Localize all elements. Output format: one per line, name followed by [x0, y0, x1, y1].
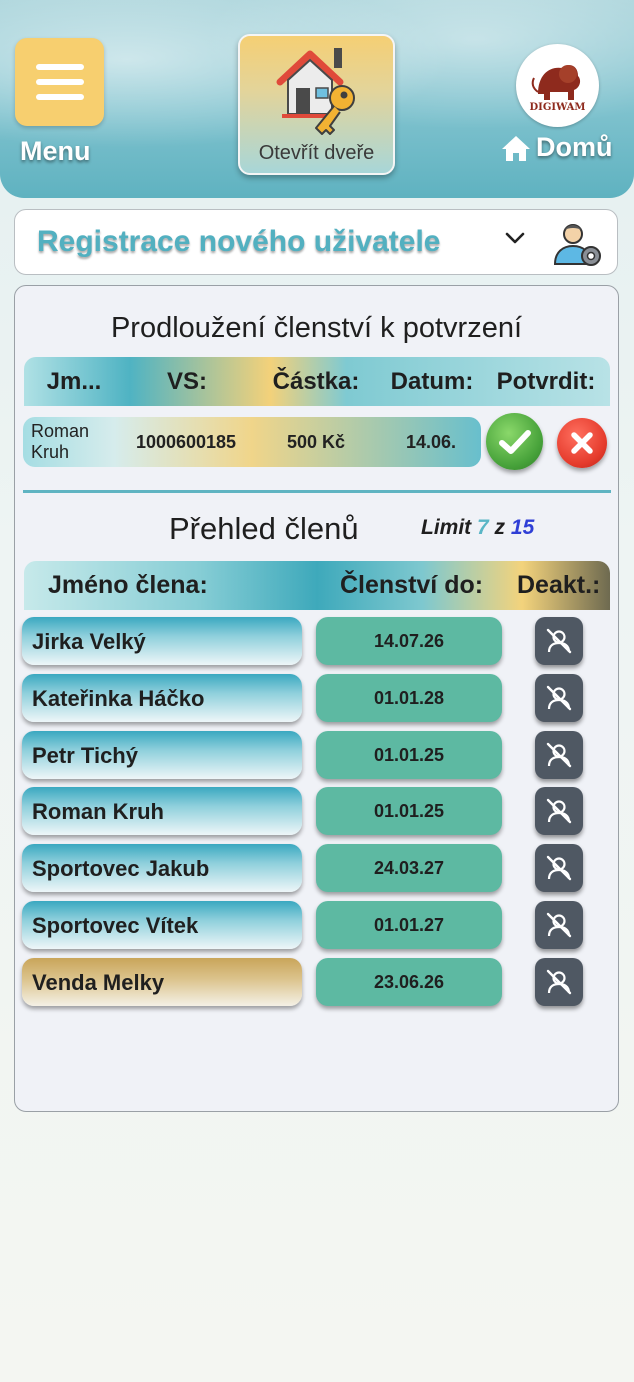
- user-off-icon: [546, 855, 572, 881]
- member-name[interactable]: Kateřinka Háčko: [22, 673, 302, 722]
- user-off-icon: [546, 969, 572, 994]
- pending-title: Prodloužení členství k potvrzení: [110, 312, 523, 344]
- deactivate-button[interactable]: [535, 957, 583, 1006]
- pending-vs: 1000600185: [135, 431, 237, 452]
- member-row: Sportovec Jakub 24.03.27: [15, 844, 620, 894]
- limit-sep: z: [494, 516, 506, 539]
- menu-label: Menu: [20, 136, 91, 166]
- member-row: Petr Tichý 01.01.25: [15, 730, 620, 781]
- member-name[interactable]: Roman Kruh: [22, 787, 302, 836]
- member-until-date[interactable]: 01.01.28: [316, 673, 502, 722]
- member-until-date[interactable]: 14.07.26: [316, 617, 502, 665]
- pending-date: 14.06.: [405, 431, 457, 452]
- pending-col-name: Jm...: [46, 367, 102, 395]
- deactivate-button[interactable]: [535, 617, 583, 665]
- member-name[interactable]: Petr Tichý: [22, 730, 302, 779]
- pending-col-date: Datum:: [390, 367, 474, 395]
- member-until-date[interactable]: 01.01.27: [316, 901, 502, 949]
- user-off-icon: [546, 912, 572, 938]
- members-table-header: Jméno člena: Členství do: Deakt.:: [24, 561, 610, 610]
- close-icon: [571, 432, 593, 454]
- registration-dropdown[interactable]: Registrace nového uživatele: [14, 209, 618, 275]
- limit-total: 15: [510, 516, 535, 539]
- user-gear-icon[interactable]: [551, 218, 605, 270]
- registration-title: Registrace nového uživatele: [37, 225, 441, 258]
- deactivate-button[interactable]: [535, 787, 583, 836]
- open-door-button[interactable]: Otevřít dveře: [238, 34, 395, 175]
- pending-name: Roman Kruh: [31, 421, 90, 462]
- deactivate-button[interactable]: [535, 901, 583, 949]
- members-col-deactivate: Deakt.:: [517, 571, 601, 599]
- pending-row: Roman Kruh 1000600185 500 Kč 14.06.: [23, 417, 481, 467]
- user-off-icon: [546, 628, 572, 654]
- pending-table-header: Jm... VS: Částka: Datum: Potvrdit:: [24, 357, 610, 406]
- app-header: Menu Otevřít dveře DIGIWAM Domů: [0, 0, 634, 198]
- pending-col-amount: Částka:: [272, 367, 360, 395]
- member-until-date[interactable]: 01.01.25: [316, 787, 502, 836]
- reject-button[interactable]: [557, 418, 607, 468]
- user-off-icon: [546, 685, 572, 710]
- confirm-button[interactable]: [486, 413, 543, 470]
- member-row: Jirka Velký 14.07.26: [15, 617, 620, 667]
- menu-button[interactable]: [15, 38, 104, 126]
- pending-col-confirm: Potvrdit:: [496, 367, 596, 395]
- pending-amount: 500 Kč: [286, 431, 346, 452]
- deactivate-button[interactable]: [535, 673, 583, 722]
- menu-icon: [35, 64, 84, 70]
- deactivate-button[interactable]: [535, 844, 583, 893]
- members-title: Přehled členů: [169, 511, 359, 546]
- members-col-name: Jméno člena:: [48, 571, 208, 599]
- open-door-label: Otevřít dveře: [258, 142, 375, 164]
- home-label: Domů: [536, 132, 613, 162]
- member-until-date[interactable]: 23.06.26: [316, 957, 502, 1006]
- house-key-icon: [276, 48, 355, 135]
- pending-col-vs: VS:: [166, 367, 207, 395]
- members-col-until: Členství do:: [340, 571, 484, 599]
- check-icon: [498, 429, 531, 454]
- user-off-icon: [546, 742, 572, 767]
- deactivate-button[interactable]: [535, 730, 583, 779]
- member-until-date[interactable]: 01.01.25: [316, 730, 502, 779]
- limit-label: Limit: [421, 516, 472, 539]
- limit-used: 7: [477, 516, 489, 539]
- home-icon: [502, 135, 530, 161]
- user-off-icon: [546, 799, 572, 824]
- member-until-date[interactable]: 24.03.27: [316, 844, 502, 893]
- member-row: Sportovec Vítek 01.01.27: [15, 901, 620, 951]
- member-name[interactable]: Jirka Velký: [22, 617, 302, 665]
- home-link[interactable]: Domů: [500, 132, 613, 163]
- member-limit: Limit 7 z 15: [421, 516, 534, 540]
- company-logo[interactable]: DIGIWAM: [516, 44, 599, 127]
- main-panel: Prodloužení členství k potvrzení Jm... V…: [14, 285, 619, 1112]
- chevron-down-icon[interactable]: [503, 230, 527, 246]
- logo-text: DIGIWAM: [529, 102, 586, 113]
- member-name[interactable]: Sportovec Vítek: [22, 901, 302, 949]
- section-divider: [23, 490, 611, 493]
- member-name[interactable]: Sportovec Jakub: [22, 844, 302, 893]
- member-row: Kateřinka Háčko 01.01.28: [15, 673, 620, 724]
- member-row: Roman Kruh 01.01.25: [15, 787, 620, 837]
- member-row: Venda Melky 23.06.26: [15, 957, 620, 1008]
- member-name[interactable]: Venda Melky: [22, 957, 302, 1006]
- lion-logo-icon: [531, 65, 581, 100]
